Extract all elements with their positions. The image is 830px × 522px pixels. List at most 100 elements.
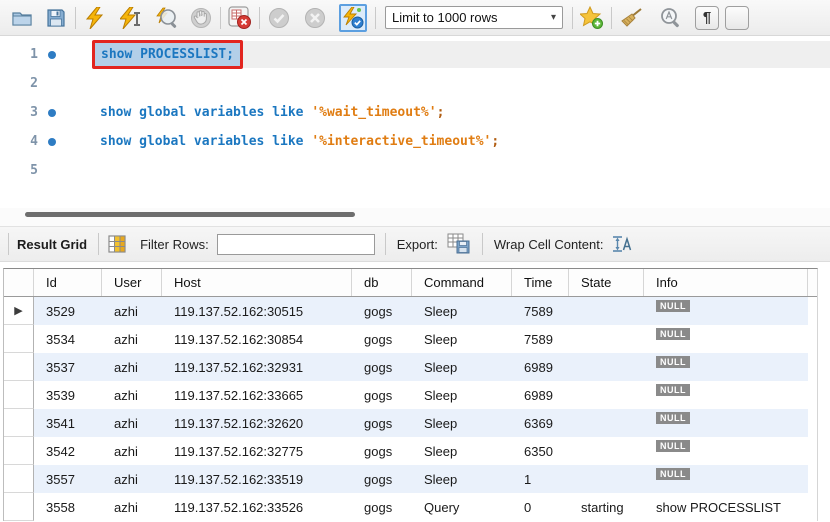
cell-command[interactable]: Sleep (412, 437, 512, 465)
commit-button[interactable] (265, 4, 293, 32)
table-row[interactable]: 3537 azhi 119.137.52.162:32931 gogs Slee… (4, 353, 817, 381)
header-state[interactable]: State (569, 269, 644, 296)
cell-state[interactable] (569, 297, 644, 325)
editor-line-5[interactable]: 5 (0, 156, 830, 185)
table-row[interactable]: 3534 azhi 119.137.52.162:30854 gogs Slee… (4, 325, 817, 353)
cell-user[interactable]: azhi (102, 437, 162, 465)
cell-db[interactable]: gogs (352, 325, 412, 353)
cell-host[interactable]: 119.137.52.162:32775 (162, 437, 352, 465)
cell-host[interactable]: 119.137.52.162:30854 (162, 325, 352, 353)
explain-plan-button[interactable] (153, 4, 181, 32)
cell-state[interactable]: starting (569, 493, 644, 521)
cell-info[interactable]: NULL (644, 409, 808, 437)
invisible-characters-button[interactable]: ¶ (695, 5, 719, 30)
cell-state[interactable] (569, 437, 644, 465)
cell-time[interactable]: 6369 (512, 409, 569, 437)
header-info[interactable]: Info (644, 269, 808, 296)
cell-id[interactable]: 3529 (34, 297, 102, 325)
cell-command[interactable]: Sleep (412, 465, 512, 493)
row-selector[interactable] (4, 325, 34, 353)
toggle-autocommit-button[interactable] (339, 3, 367, 32)
cell-state[interactable] (569, 465, 644, 493)
cell-db[interactable]: gogs (352, 353, 412, 381)
cell-id[interactable]: 3537 (34, 353, 102, 381)
table-row[interactable]: ▶ 3529 azhi 119.137.52.162:30515 gogs Sl… (4, 297, 817, 325)
cell-command[interactable]: Sleep (412, 409, 512, 437)
execute-current-statement-button[interactable] (117, 4, 145, 32)
cell-db[interactable]: gogs (352, 381, 412, 409)
cell-db[interactable]: gogs (352, 297, 412, 325)
cell-time[interactable]: 1 (512, 465, 569, 493)
header-user[interactable]: User (102, 269, 162, 296)
cell-info[interactable]: NULL (644, 437, 808, 465)
row-selector[interactable] (4, 381, 34, 409)
cell-time[interactable]: 6989 (512, 381, 569, 409)
grid-view-button[interactable] (107, 234, 127, 254)
cell-user[interactable]: azhi (102, 493, 162, 521)
limit-rows-dropdown[interactable]: Limit to 1000 rows ▾ (385, 6, 563, 29)
execute-statements-button[interactable] (81, 4, 109, 32)
wrap-cell-content-toggle[interactable] (612, 235, 634, 253)
cell-db[interactable]: gogs (352, 465, 412, 493)
cell-user[interactable]: azhi (102, 381, 162, 409)
cell-info[interactable]: NULL (644, 465, 808, 493)
cell-state[interactable] (569, 409, 644, 437)
cell-time[interactable]: 7589 (512, 325, 569, 353)
beautify-script-button[interactable] (617, 4, 645, 32)
row-selector[interactable] (4, 409, 34, 437)
editor-line-1[interactable]: 1 show PROCESSLIST; (0, 40, 830, 69)
cell-id[interactable]: 3539 (34, 381, 102, 409)
row-selector[interactable] (4, 493, 34, 521)
table-row[interactable]: 3539 azhi 119.137.52.162:33665 gogs Slee… (4, 381, 817, 409)
editor-line-4[interactable]: 4 show global variables like '%interacti… (0, 127, 830, 156)
cell-host[interactable]: 119.137.52.162:33526 (162, 493, 352, 521)
cell-time[interactable]: 6350 (512, 437, 569, 465)
cell-user[interactable]: azhi (102, 465, 162, 493)
cell-host[interactable]: 119.137.52.162:32620 (162, 409, 352, 437)
cell-db[interactable]: gogs (352, 409, 412, 437)
cell-time[interactable]: 0 (512, 493, 569, 521)
cell-state[interactable] (569, 325, 644, 353)
row-selector[interactable] (4, 465, 34, 493)
cell-host[interactable]: 119.137.52.162:33665 (162, 381, 352, 409)
open-script-button[interactable] (8, 4, 36, 32)
cell-info[interactable]: NULL (644, 381, 808, 409)
toggle-stop-on-error-button[interactable] (226, 4, 254, 32)
cell-time[interactable]: 7589 (512, 297, 569, 325)
cell-user[interactable]: azhi (102, 297, 162, 325)
save-script-button[interactable] (42, 4, 70, 32)
cell-id[interactable]: 3558 (34, 493, 102, 521)
cell-command[interactable]: Sleep (412, 381, 512, 409)
find-panel-button[interactable] (657, 4, 685, 32)
sql-editor[interactable]: 1 show PROCESSLIST; 2 3 show global vari… (0, 40, 830, 208)
header-time[interactable]: Time (512, 269, 569, 296)
header-command[interactable]: Command (412, 269, 512, 296)
cell-info[interactable]: NULL (644, 353, 808, 381)
rollback-button[interactable] (301, 4, 329, 32)
cell-id[interactable]: 3534 (34, 325, 102, 353)
row-selector[interactable] (4, 437, 34, 465)
filter-rows-input[interactable] (216, 233, 375, 255)
cell-id[interactable]: 3557 (34, 465, 102, 493)
cell-time[interactable]: 6989 (512, 353, 569, 381)
cell-host[interactable]: 119.137.52.162:32931 (162, 353, 352, 381)
stop-query-button[interactable] (187, 4, 215, 32)
editor-hscrollbar-thumb[interactable] (25, 212, 355, 217)
cell-host[interactable]: 119.137.52.162:33519 (162, 465, 352, 493)
cell-db[interactable]: gogs (352, 493, 412, 521)
cell-info[interactable]: NULL (644, 297, 808, 325)
cell-command[interactable]: Sleep (412, 297, 512, 325)
cell-id[interactable]: 3541 (34, 409, 102, 437)
cell-info[interactable]: NULL (644, 325, 808, 353)
header-host[interactable]: Host (162, 269, 352, 296)
table-row[interactable]: 3542 azhi 119.137.52.162:32775 gogs Slee… (4, 437, 817, 465)
cell-command[interactable]: Sleep (412, 325, 512, 353)
row-selector[interactable]: ▶ (4, 297, 34, 325)
header-id[interactable]: Id (34, 269, 102, 296)
cell-user[interactable]: azhi (102, 325, 162, 353)
cell-user[interactable]: azhi (102, 409, 162, 437)
export-recordset-button[interactable] (447, 233, 471, 255)
table-row[interactable]: 3541 azhi 119.137.52.162:32620 gogs Slee… (4, 409, 817, 437)
table-row[interactable]: 3558 azhi 119.137.52.162:33526 gogs Quer… (4, 493, 817, 521)
cell-host[interactable]: 119.137.52.162:30515 (162, 297, 352, 325)
